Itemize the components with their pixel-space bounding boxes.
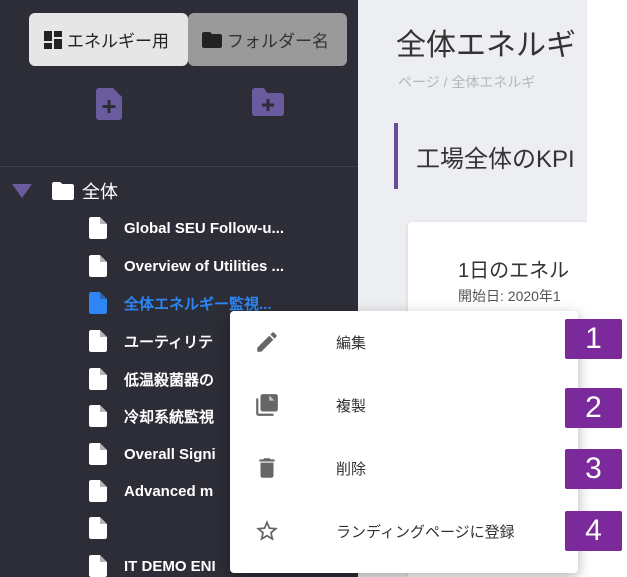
menu-item-delete[interactable]: 削除 (230, 437, 578, 499)
page-icon (89, 555, 107, 577)
tree-item-label: Advanced m (124, 482, 214, 500)
tree-item-label: Overview of Utilities ... (124, 257, 285, 275)
tree-item-label: IT DEMO ENI (124, 557, 216, 575)
tree-item-label: Global SEU Follow-u... (124, 219, 284, 237)
trash-icon (254, 455, 280, 481)
tree-item-label: 低温殺菌器の (124, 371, 215, 389)
star-outline-icon (254, 518, 280, 544)
callout-badge-4: 4 (565, 511, 622, 551)
tree-item-overview-utilities[interactable]: Overview of Utilities ... (89, 253, 349, 279)
menu-item-label: 編集 (336, 334, 367, 352)
page-icon (89, 368, 107, 390)
page-icon (89, 443, 107, 465)
page-icon (89, 330, 107, 352)
page-icon (89, 405, 107, 427)
callout-badge-2: 2 (565, 388, 622, 428)
menu-item-label: ランディングページに登録 (336, 523, 515, 541)
tree-item-global-seu[interactable]: Global SEU Follow-u... (89, 215, 349, 241)
page-icon (89, 292, 107, 314)
callout-badge-1: 1 (565, 319, 622, 359)
tree-item-label: Overall Signi (124, 445, 216, 463)
page-icon (89, 480, 107, 502)
menu-item-edit[interactable]: 編集 (230, 311, 578, 373)
tree-item-label: 冷却系統監視 (124, 408, 215, 426)
tree-item-label: ユーティリテ (124, 333, 214, 351)
page-icon (89, 255, 107, 277)
callout-badge-3: 3 (565, 449, 622, 489)
section-title: 工場全体のKPI (394, 123, 575, 189)
pencil-icon (254, 329, 280, 355)
context-menu: 編集 複製 削除 ランディングページに登録 (230, 311, 578, 573)
menu-item-duplicate[interactable]: 複製 (230, 374, 578, 436)
menu-item-label: 削除 (336, 460, 367, 478)
page-title: 全体エネルギ (396, 29, 576, 62)
menu-item-register-landing[interactable]: ランディングページに登録 (230, 500, 578, 562)
menu-item-label: 複製 (336, 397, 367, 415)
breadcrumb[interactable]: ページ / 全体エネルギ (398, 72, 535, 92)
card-title: 1日のエネル (458, 260, 570, 282)
page-icon (89, 517, 107, 539)
copy-icon (254, 392, 280, 418)
card-start-date: 開始日: 2020年1 (458, 288, 561, 304)
page-icon (89, 217, 107, 239)
